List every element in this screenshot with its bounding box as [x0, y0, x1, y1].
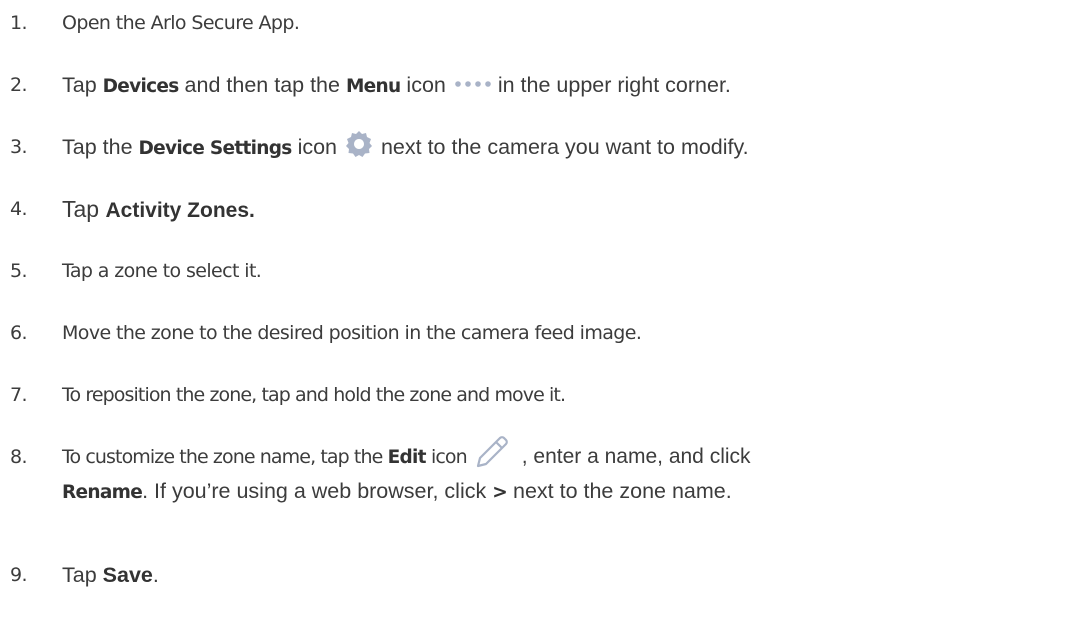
- step-text-part: Tap: [62, 73, 103, 97]
- menu-label: Menu: [345, 76, 401, 97]
- step-text: Tap a zone to select it.: [62, 260, 262, 282]
- step-text-part: icon: [291, 135, 338, 159]
- gear-icon: [346, 131, 372, 158]
- step-text-part: and then tap the: [178, 73, 346, 97]
- instruction-list: 1. Open the Arlo Secure App. 2. Tap Devi…: [0, 0, 1082, 624]
- devices-label: Devices: [102, 76, 180, 97]
- device-settings-label: Device Settings: [138, 138, 293, 159]
- step-text: Tap Activity Zones.: [62, 190, 255, 230]
- rename-label: Rename: [62, 482, 143, 503]
- step-number: 7.: [10, 384, 28, 406]
- step-text-part: icon: [400, 73, 446, 97]
- step-number: 6.: [10, 322, 28, 344]
- step-text-part: . If you’re using a web browser, click: [142, 479, 493, 503]
- pencil-icon: [476, 435, 508, 467]
- step-text: Open the Arlo Secure App.: [62, 12, 300, 34]
- step-text-part: Tap the: [62, 135, 139, 159]
- step-number: 3.: [10, 136, 28, 158]
- step-text: Tap the Device Settings icon next to the…: [62, 128, 749, 168]
- chevron-right-label: >: [492, 482, 508, 503]
- edit-label: Edit: [387, 447, 427, 468]
- step-text: Move the zone to the desired position in…: [62, 322, 642, 344]
- step-text-part: Tap: [62, 563, 103, 587]
- step-text-part: next to the zone name.: [507, 479, 732, 503]
- step-text: Tap Devices and then tap the Menu icon i…: [62, 66, 731, 106]
- step-number: 5.: [10, 260, 28, 282]
- step-number: 8.: [10, 446, 28, 468]
- step-text-part: , enter a name, and click: [515, 445, 751, 468]
- step-text-part: Tap: [62, 196, 106, 222]
- save-label: Save: [102, 563, 153, 587]
- step-text: To reposition the zone, tap and hold the…: [62, 384, 566, 406]
- step-text-part: .: [152, 563, 159, 587]
- step-8: 8. To customize the zone name, tap the E…: [0, 435, 1082, 518]
- step-number: 2.: [10, 74, 28, 96]
- step-text-part: To customize the zone name, tap the: [62, 446, 388, 468]
- step-text: Tap Save.: [62, 556, 159, 594]
- step-number: 4.: [10, 198, 28, 220]
- activity-zones-label: Activity Zones.: [105, 199, 255, 222]
- step-text-continuation: Rename. If you’re using a web browser, c…: [62, 472, 732, 512]
- step-text-part: icon: [425, 446, 468, 468]
- step-number: 1.: [10, 12, 28, 34]
- ellipsis-menu-icon: [455, 81, 491, 88]
- step-text-part: next to the camera you want to modify.: [375, 135, 749, 159]
- step-text-part: in the upper right corner.: [491, 73, 731, 97]
- step-number: 9.: [10, 564, 28, 586]
